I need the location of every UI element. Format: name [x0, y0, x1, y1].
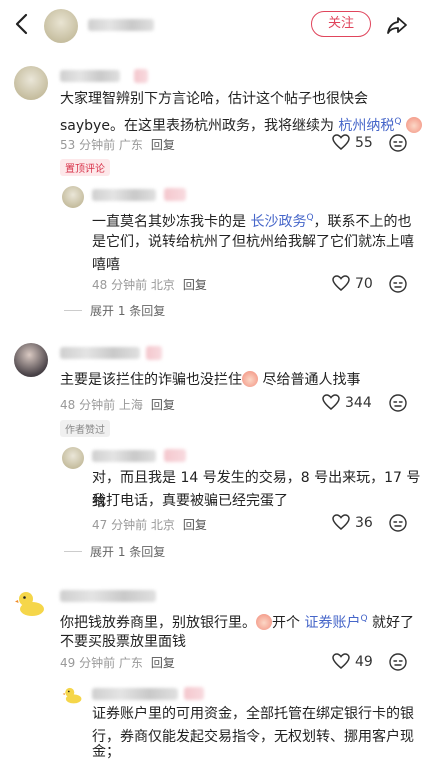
user-badge-blurred	[134, 69, 148, 83]
topic-link[interactable]: 杭州纳税	[338, 118, 394, 134]
reply-meta: 47 分钟前 北京 回复	[92, 518, 207, 532]
reply-username-blurred[interactable]	[92, 189, 156, 201]
username-blurred[interactable]	[60, 347, 140, 359]
emoji-react-icon[interactable]	[389, 394, 407, 412]
like-button[interactable]: 49	[332, 653, 373, 670]
comment-meta: 49 分钟前 广东 回复	[60, 656, 175, 670]
follow-button[interactable]: 关注	[311, 11, 371, 37]
clown-emoji-icon	[256, 614, 272, 630]
baby-emoji-icon	[405, 117, 422, 133]
reply-text-line2: 我打电话，真要被骗已经完蛋了	[92, 493, 288, 509]
divider-line	[64, 551, 82, 552]
comment-text-line1: 主要是该拦住的诈骗也没拦住 尽给普通人找事	[60, 371, 361, 388]
heart-icon	[322, 394, 340, 410]
duck-avatar[interactable]	[62, 684, 84, 706]
duck-avatar[interactable]	[14, 586, 48, 620]
username-blurred[interactable]	[60, 70, 120, 82]
like-button[interactable]: 55	[332, 134, 373, 151]
reply-badge-blurred	[184, 687, 204, 700]
back-arrow-icon[interactable]	[12, 12, 32, 36]
heart-icon	[332, 275, 350, 291]
like-count: 49	[355, 654, 373, 670]
search-icon: Q	[394, 117, 402, 127]
comment-meta: 53 分钟前 广东 回复	[60, 138, 175, 152]
reply-badge-blurred	[164, 449, 186, 462]
emoji-react-icon[interactable]	[389, 275, 407, 293]
reply-button[interactable]: 回复	[151, 656, 175, 670]
reply-avatar[interactable]	[62, 447, 84, 469]
reply-button[interactable]: 回复	[151, 138, 175, 152]
divider-line	[64, 310, 82, 311]
like-count: 55	[355, 135, 373, 151]
expand-replies-button[interactable]: 展开 1 条回复	[64, 543, 165, 560]
pinned-badge: 置顶评论	[60, 159, 110, 176]
topic-link[interactable]: 长沙政务	[250, 214, 306, 230]
reply-text-line3: 金；	[92, 744, 120, 760]
username-blurred[interactable]	[60, 590, 156, 602]
reply-badge-blurred	[164, 188, 186, 201]
expand-replies-button[interactable]: 展开 1 条回复	[64, 302, 165, 319]
like-count: 344	[345, 395, 372, 411]
clown-emoji-icon	[242, 371, 258, 387]
search-icon: Q	[306, 213, 314, 223]
like-button[interactable]: 344	[322, 394, 372, 411]
reply-meta: 48 分钟前 北京 回复	[92, 278, 207, 292]
like-count: 70	[355, 276, 373, 292]
user-badge-blurred	[146, 346, 162, 360]
reply-button[interactable]: 回复	[151, 398, 175, 412]
like-button[interactable]: 70	[332, 275, 373, 292]
top-bar: 关注	[0, 0, 422, 52]
reply-button[interactable]: 回复	[183, 278, 207, 292]
comment-text-line1: 大家理智辨别下方言论哈，估计这个帖子也很快会	[60, 91, 368, 107]
emoji-react-icon[interactable]	[389, 134, 407, 152]
author-name-blurred[interactable]	[88, 19, 154, 31]
reply-avatar[interactable]	[62, 186, 84, 208]
topic-link[interactable]: 证券账户	[304, 615, 360, 631]
emoji-react-icon[interactable]	[389, 653, 407, 671]
avatar[interactable]	[14, 66, 48, 100]
avatar[interactable]	[14, 343, 48, 377]
like-count: 36	[355, 515, 373, 531]
heart-icon	[332, 514, 350, 530]
share-icon[interactable]	[386, 14, 408, 36]
author-avatar[interactable]	[44, 9, 78, 43]
comment-meta: 48 分钟前 上海 回复	[60, 398, 175, 412]
reply-username-blurred[interactable]	[92, 450, 156, 462]
reply-username-blurred[interactable]	[92, 688, 178, 700]
reply-button[interactable]: 回复	[183, 518, 207, 532]
emoji-react-icon[interactable]	[389, 514, 407, 532]
author-liked-badge: 作者赞过	[60, 420, 110, 437]
reply-text-line2: 是它们，说转给杭州了但杭州给我解了它们就冻上嘻	[92, 234, 414, 250]
like-button[interactable]: 36	[332, 514, 373, 531]
reply-text-line1: 证券账户里的可用资金，全部托管在绑定银行卡的银	[92, 706, 414, 722]
heart-icon	[332, 653, 350, 669]
reply-text-line2: 行，券商仅能发起交易指令，无权划转、挪用客户现	[92, 729, 414, 745]
comment-text-line2: 不要买股票放里面钱	[60, 634, 186, 650]
reply-text-line3: 嘻嘻	[92, 257, 120, 273]
heart-icon	[332, 134, 350, 150]
search-icon: Q	[360, 614, 368, 624]
